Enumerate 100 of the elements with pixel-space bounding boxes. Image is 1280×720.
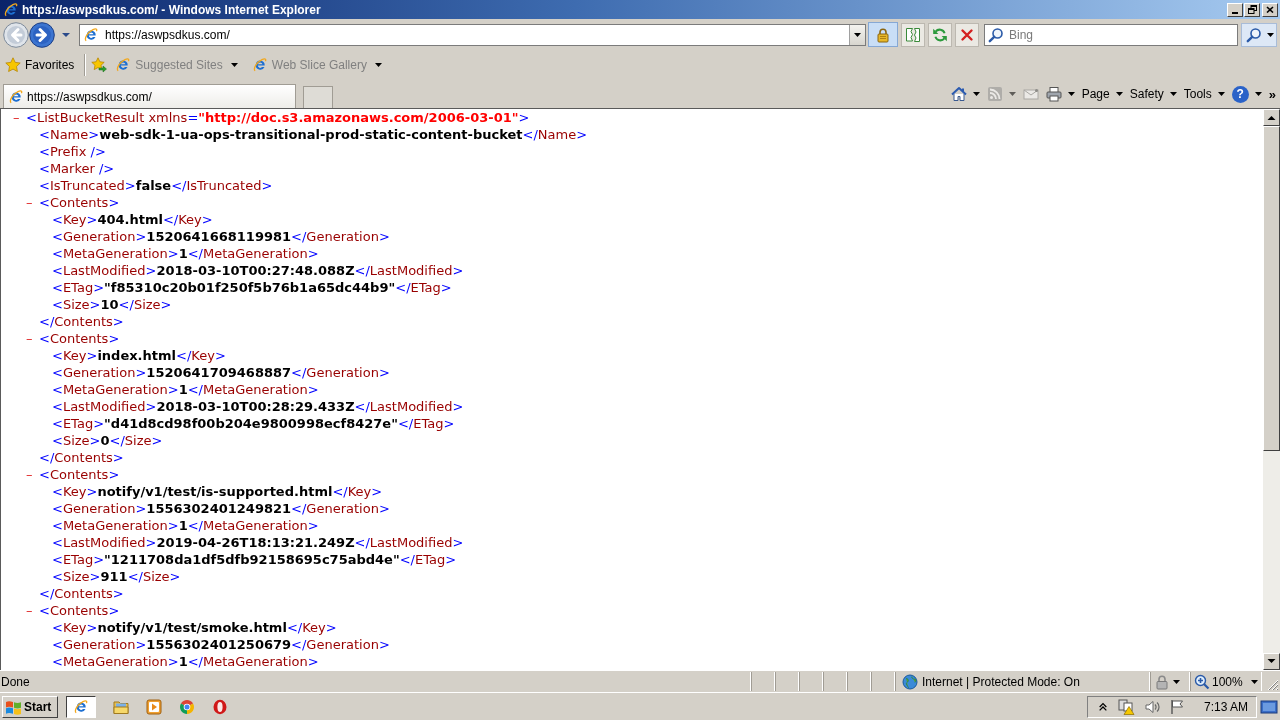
up-arrow-icon	[1267, 115, 1276, 120]
close-button[interactable]	[1262, 2, 1278, 17]
collapse-toggle[interactable]: –	[26, 603, 33, 618]
xml-line: <Name>web-sdk-1-ua-ops-transitional-prod-static-content-bucket</Name>	[39, 126, 588, 143]
xml-line: </Contents>	[39, 449, 124, 466]
xml-line: <Contents>	[39, 466, 120, 483]
globe-icon	[902, 673, 918, 690]
search-icon	[988, 26, 1004, 43]
xml-line: <Generation>1556302401249821</Generation>	[52, 500, 390, 517]
scrollbar-thumb[interactable]	[1263, 126, 1280, 451]
collapse-toggle[interactable]: –	[13, 110, 20, 125]
xml-line: <ETag>"f85310c20b01f250f5b76b1a65dc44b9"</ETag>	[52, 279, 452, 296]
collapse-toggle[interactable]: –	[26, 331, 33, 346]
collapse-toggle[interactable]: –	[26, 195, 33, 210]
help-button[interactable]: ?	[1231, 83, 1262, 105]
xml-line: <MetaGeneration>1</MetaGeneration>	[52, 381, 319, 398]
envelope-icon	[1022, 86, 1039, 102]
e-logo-icon	[83, 26, 99, 43]
xml-line: <Generation>1556302401250679</Generation>	[52, 636, 390, 653]
caret-icon	[1254, 92, 1262, 96]
xml-line: <LastModified>2018-03-10T00:28:29.433Z</LastModified>	[52, 398, 464, 415]
xml-line: <Key>404.html</Key>	[52, 211, 213, 228]
caret-icon	[1169, 92, 1177, 96]
restore-icon	[1247, 5, 1257, 14]
xml-line: <Size>0</Size>	[52, 432, 163, 449]
collapse-toggle[interactable]: –	[26, 467, 33, 482]
star-arrow-icon[interactable]	[91, 57, 108, 73]
network-warning-icon[interactable]	[1116, 698, 1135, 715]
search-box[interactable]: Bing	[984, 23, 1238, 46]
refresh-icon	[932, 26, 948, 43]
caret-icon	[230, 63, 238, 67]
e-logo-icon	[115, 57, 132, 73]
e-logo-icon	[8, 88, 24, 105]
xml-line: <Size>10</Size>	[52, 296, 172, 313]
caret-icon	[1115, 92, 1123, 96]
xml-line: <Size>911</Size>	[52, 568, 181, 585]
rss-icon	[986, 86, 1003, 102]
refresh-button[interactable]	[928, 22, 952, 47]
address-field[interactable]: https://aswpsdkus.com/	[79, 23, 866, 46]
xml-line: </Contents>	[39, 313, 124, 330]
x-icon	[959, 26, 975, 43]
caret-icon	[374, 63, 382, 67]
caret-icon	[854, 32, 861, 37]
restore-button[interactable]	[1244, 2, 1260, 17]
toolbar-menu[interactable]: Page	[1081, 83, 1123, 105]
caret-icon[interactable]	[62, 32, 70, 37]
minimize-icon	[1232, 11, 1238, 14]
search-button[interactable]	[1241, 22, 1277, 47]
caret-icon	[1267, 32, 1274, 37]
flag-icon[interactable]	[1168, 698, 1185, 715]
caret-icon[interactable]	[1173, 679, 1180, 684]
xml-line: <ETag>"d41d8cd98f00b204e9800998ecf8427e"</ETag>	[52, 415, 455, 432]
xml-line: <Generation>1520641709468887</Generation>	[52, 364, 390, 381]
xml-line: <IsTruncated>false</IsTruncated>	[39, 177, 273, 194]
torn-page-icon	[905, 26, 921, 43]
xml-line: <LastModified>2019-04-26T18:13:21.249Z</LastModified>	[52, 534, 464, 551]
scroll-down-button[interactable]	[1263, 653, 1280, 670]
browser-tab[interactable]: https://aswpsdkus.com/	[3, 84, 296, 108]
star-icon	[5, 57, 21, 73]
status-text: Done	[1, 674, 30, 689]
toolbar-menu[interactable]: Tools	[1183, 83, 1225, 105]
stop-button[interactable]	[955, 22, 979, 47]
caret-icon	[1217, 92, 1225, 96]
caret-icon	[1008, 92, 1016, 96]
caret-icon[interactable]	[1251, 679, 1258, 684]
speaker-icon[interactable]	[1143, 698, 1160, 715]
zoom-button[interactable]: 100%	[1194, 673, 1243, 690]
e-logo-icon	[251, 57, 268, 73]
search-field[interactable]: Bing	[1009, 25, 1237, 44]
zoom-in-icon	[1194, 673, 1210, 690]
xml-line: <Generation>1520641668119981</Generation>	[52, 228, 390, 245]
compatibility-view-button[interactable]	[901, 22, 925, 47]
start-button[interactable]: Start	[2, 695, 58, 718]
xml-line: <Contents>	[39, 602, 120, 619]
forward-button[interactable]	[29, 21, 55, 48]
taskbar-button[interactable]	[66, 695, 96, 718]
address-dropdown-button[interactable]	[849, 24, 865, 45]
xml-line: <ETag>"1211708da1df5dfb92158695c75abd4e"</ETag>	[52, 551, 457, 568]
toolbar-menu[interactable]: Safety	[1129, 83, 1177, 105]
caret-icon	[1067, 92, 1075, 96]
xml-line: </Contents>	[39, 585, 124, 602]
xml-line: <ListBucketResult xmlns="http://doc.s3.amazonaws.com/2006-03-01">	[26, 109, 530, 126]
xml-line: <MetaGeneration>1</MetaGeneration>	[52, 517, 319, 534]
play-icon	[146, 698, 162, 715]
search-icon	[1246, 26, 1262, 43]
xml-line: <Key>index.html</Key>	[52, 347, 226, 364]
minimize-button[interactable]	[1227, 2, 1243, 17]
scroll-up-button[interactable]	[1263, 109, 1280, 126]
xml-line: <MetaGeneration>1</MetaGeneration>	[52, 245, 319, 262]
padlock-icon	[875, 26, 891, 43]
more-button[interactable]: »	[1268, 83, 1276, 105]
taskbar-button[interactable]	[212, 698, 228, 715]
screen-icon[interactable]	[1260, 698, 1278, 715]
house-icon	[950, 86, 967, 102]
favorites-button[interactable]: Favorites	[5, 57, 75, 73]
ring-logo-icon	[179, 698, 195, 715]
chevron-up-icon[interactable]	[1097, 701, 1108, 712]
xml-line: <Marker />	[39, 160, 115, 177]
xml-line: <Contents>	[39, 194, 120, 211]
xml-line: <Prefix />	[39, 143, 106, 160]
